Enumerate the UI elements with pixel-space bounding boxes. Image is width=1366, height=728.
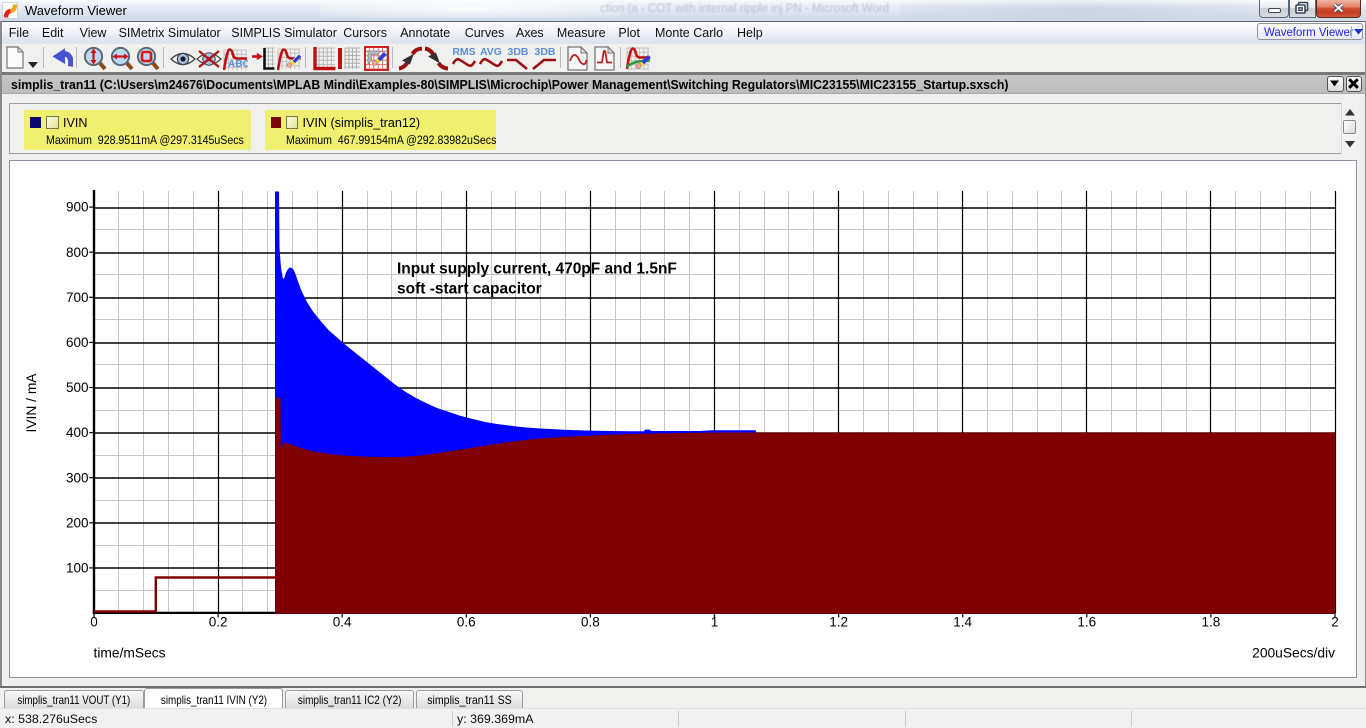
- svg-text:200uSecs/div: 200uSecs/div: [1252, 646, 1335, 661]
- svg-text:1.6: 1.6: [1077, 615, 1096, 630]
- svg-text:IVIN / mA: IVIN / mA: [24, 373, 39, 433]
- svg-text:100: 100: [66, 561, 89, 576]
- svg-text:800: 800: [66, 245, 89, 260]
- svg-text:0.2: 0.2: [209, 615, 228, 630]
- svg-text:1: 1: [711, 615, 719, 630]
- svg-text:1.4: 1.4: [953, 615, 972, 630]
- svg-text:1.8: 1.8: [1202, 615, 1221, 630]
- svg-text:200: 200: [66, 515, 89, 530]
- svg-text:1.2: 1.2: [829, 615, 848, 630]
- svg-text:0.4: 0.4: [333, 615, 352, 630]
- svg-text:300: 300: [66, 470, 89, 485]
- svg-text:soft -start capacitor: soft -start capacitor: [397, 281, 542, 298]
- svg-text:2: 2: [1331, 615, 1339, 630]
- svg-text:900: 900: [66, 200, 89, 215]
- svg-text:400: 400: [66, 425, 89, 440]
- svg-text:0.8: 0.8: [581, 615, 600, 630]
- svg-text:700: 700: [66, 290, 89, 305]
- svg-text:500: 500: [66, 380, 89, 395]
- svg-text:600: 600: [66, 335, 89, 350]
- svg-text:Input supply current, 470pF an: Input supply current, 470pF and 1.5nF: [397, 261, 677, 278]
- svg-text:time/mSecs: time/mSecs: [94, 646, 166, 661]
- svg-text:0.6: 0.6: [457, 615, 476, 630]
- svg-text:0: 0: [90, 615, 98, 630]
